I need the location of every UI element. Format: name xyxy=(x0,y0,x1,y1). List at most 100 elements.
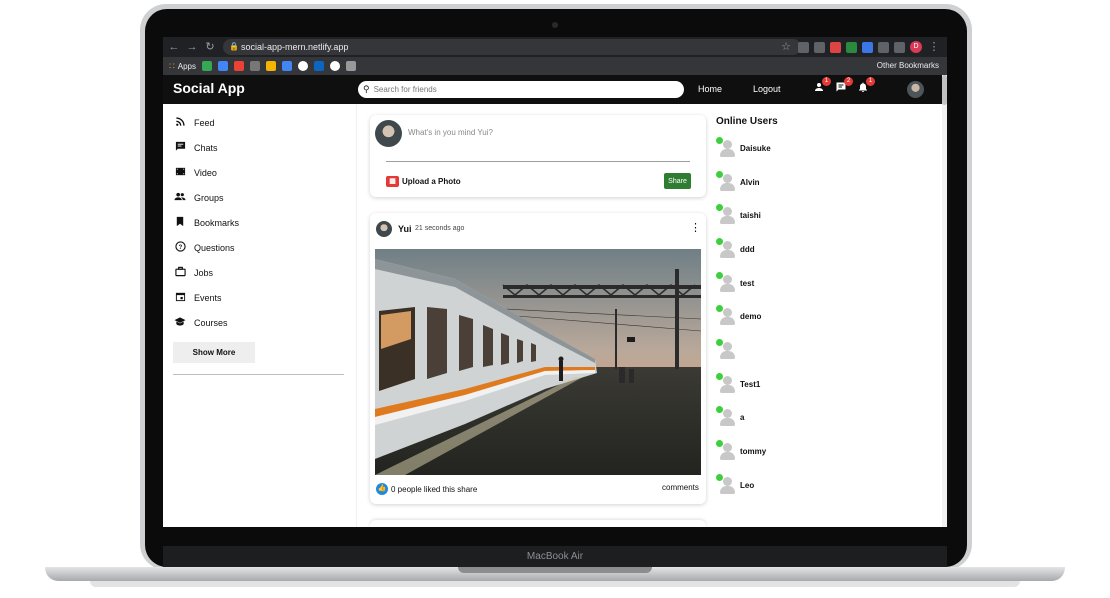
bookmark-icon[interactable] xyxy=(233,61,244,71)
user-avatar-icon xyxy=(716,272,738,294)
logout-link[interactable]: Logout xyxy=(753,84,781,94)
bookmark-icon[interactable] xyxy=(265,61,276,71)
sidebar-item-feed[interactable]: Feed xyxy=(173,115,215,131)
online-user-name: test xyxy=(740,278,755,288)
online-user[interactable]: Test1 xyxy=(716,373,760,395)
bookmark-icon[interactable] xyxy=(297,61,308,71)
online-user[interactable]: Leo xyxy=(716,474,754,496)
share-button[interactable]: Share xyxy=(664,173,691,189)
notifications-icon[interactable]: 1 xyxy=(855,77,875,97)
search-icon: ⚲ xyxy=(363,84,370,94)
online-status-dot xyxy=(716,305,723,312)
online-user-name: demo xyxy=(740,311,762,321)
sidebar-item-groups[interactable]: Groups xyxy=(173,190,224,206)
online-user[interactable]: Daisuke xyxy=(716,137,771,159)
sidebar-item-label: Video xyxy=(194,168,217,178)
bookmark-icon[interactable] xyxy=(217,61,228,71)
forward-icon[interactable]: → xyxy=(185,40,199,54)
github-icon[interactable] xyxy=(329,61,340,71)
other-bookmarks[interactable]: Other Bookmarks xyxy=(877,57,939,75)
online-user-name: tommy xyxy=(740,446,767,456)
sidebar-item-bookmarks[interactable]: Bookmarks xyxy=(173,215,239,231)
apps-grid-icon: ∷ xyxy=(169,60,175,71)
online-user[interactable]: a xyxy=(716,406,744,428)
camera-icon xyxy=(552,22,558,28)
group-icon xyxy=(173,191,187,205)
sidebar-item-events[interactable]: Events xyxy=(173,290,222,306)
online-user-name: Alvin xyxy=(740,177,760,187)
online-user[interactable]: tommy xyxy=(716,440,766,462)
user-avatar-icon xyxy=(716,440,738,462)
sidebar-item-questions[interactable]: ? Questions xyxy=(173,240,235,256)
bookmark-icon[interactable] xyxy=(281,61,292,71)
bookmark-icon xyxy=(173,216,187,230)
menu-icon[interactable]: ⋮ xyxy=(927,40,941,54)
messages-icon[interactable]: 2 xyxy=(833,77,853,97)
address-bar[interactable]: 🔒 social-app-mern.netlify.app xyxy=(223,39,801,55)
online-user-name: Leo xyxy=(740,480,755,490)
app-logo[interactable]: Social App xyxy=(173,80,245,96)
online-user[interactable]: taishi xyxy=(716,204,761,226)
extension-icon[interactable] xyxy=(798,41,809,53)
bookmark-icon[interactable] xyxy=(345,61,356,71)
sidebar-item-label: Events xyxy=(194,293,222,303)
sidebar-item-jobs[interactable]: Jobs xyxy=(173,265,213,281)
user-avatar-icon xyxy=(716,305,738,327)
bookmark-apps[interactable]: ∷ Apps xyxy=(169,61,196,72)
bookmark-icon[interactable] xyxy=(313,61,324,71)
user-avatar-icon xyxy=(716,137,738,159)
home-link[interactable]: Home xyxy=(698,84,722,94)
url-text: social-app-mern.netlify.app xyxy=(241,42,349,52)
online-user[interactable] xyxy=(716,339,740,361)
search-input[interactable] xyxy=(373,85,664,94)
user-avatar[interactable] xyxy=(907,81,924,98)
online-user[interactable]: Alvin xyxy=(716,171,760,193)
bookmark-icon[interactable] xyxy=(249,61,260,71)
puzzle-icon[interactable] xyxy=(878,41,889,53)
online-user[interactable]: test xyxy=(716,272,754,294)
lock-icon: 🔒 xyxy=(229,42,239,51)
profile-avatar[interactable]: D xyxy=(910,41,922,53)
online-user[interactable]: ddd xyxy=(716,238,755,260)
share-input[interactable]: What's in you mind Yui? xyxy=(408,128,493,137)
search-bar[interactable]: ⚲ xyxy=(358,81,684,98)
online-user[interactable]: demo xyxy=(716,305,761,327)
graduation-cap-icon xyxy=(173,316,187,330)
help-circle-icon: ? xyxy=(173,241,187,255)
extension-icon[interactable] xyxy=(862,41,873,53)
extension-icon[interactable] xyxy=(830,41,841,53)
sidebar-item-label: Groups xyxy=(194,193,224,203)
upload-photo-button[interactable]: ▦ Upload a Photo xyxy=(386,176,461,187)
extension-icon[interactable] xyxy=(846,41,857,53)
show-more-button[interactable]: Show More xyxy=(173,342,255,363)
like-icon[interactable]: 👍 xyxy=(376,483,388,495)
star-icon[interactable]: ☆ xyxy=(779,40,793,54)
chat-icon xyxy=(173,141,187,155)
scrollbar-thumb[interactable] xyxy=(942,75,947,105)
sidebar-item-video[interactable]: Video xyxy=(173,165,217,181)
extension-icon[interactable] xyxy=(894,41,905,53)
sidebar-item-label: Chats xyxy=(194,143,218,153)
sidebar-item-chats[interactable]: Chats xyxy=(173,140,218,156)
more-vert-icon[interactable]: ⋮ xyxy=(690,221,701,235)
sidebar-item-courses[interactable]: Courses xyxy=(173,315,228,331)
comments-link[interactable]: comments xyxy=(662,483,699,492)
back-icon[interactable]: ← xyxy=(167,40,181,54)
post-author-avatar[interactable] xyxy=(376,221,392,237)
laptop-notch xyxy=(458,567,652,573)
online-user-name: Test1 xyxy=(740,379,761,389)
reload-icon[interactable]: ↻ xyxy=(203,40,217,54)
post-image xyxy=(375,249,701,475)
share-divider xyxy=(386,161,690,162)
post-author[interactable]: Yui xyxy=(398,224,412,234)
scrollbar-track[interactable] xyxy=(942,75,947,527)
online-user-name: Daisuke xyxy=(740,143,771,153)
laptop-foot xyxy=(90,581,1020,587)
online-status-dot xyxy=(716,339,723,346)
device-label: MacBook Air xyxy=(163,546,947,568)
bookmark-icon[interactable] xyxy=(201,61,212,71)
like-count: 0 people liked this share xyxy=(391,485,478,494)
extension-icon[interactable] xyxy=(814,41,825,53)
friend-requests-icon[interactable]: 1 xyxy=(811,77,831,97)
sidebar-item-label: Jobs xyxy=(194,268,214,278)
